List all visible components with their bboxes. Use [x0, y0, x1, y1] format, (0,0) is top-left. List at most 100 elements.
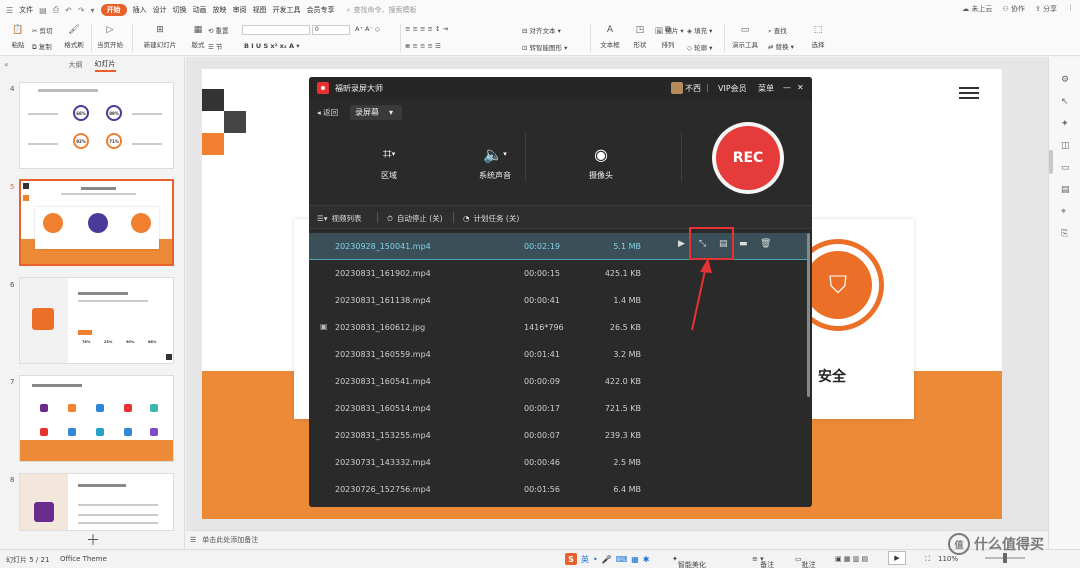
- location-icon[interactable]: ⌖: [1061, 207, 1066, 217]
- vip-button[interactable]: VIP会员: [718, 83, 747, 94]
- add-slide-button[interactable]: ＋: [86, 530, 100, 550]
- auto-stop-button[interactable]: ⏱ 自动停止 (关): [387, 213, 443, 224]
- menu-file[interactable]: 文件: [19, 5, 33, 15]
- back-button[interactable]: ◂ 返回: [317, 107, 338, 118]
- zoom-level[interactable]: 110%: [938, 555, 958, 563]
- slide-thumbnail-4[interactable]: 68% 89% 92% 71%: [19, 82, 174, 169]
- menu-icon[interactable]: ☰: [6, 6, 13, 15]
- collapse-panel-icon[interactable]: «: [4, 60, 9, 69]
- align-buttons[interactable]: ≣ ≡ ≡ ≡ ☰: [405, 42, 441, 50]
- replace-button[interactable]: ⇄ 替换 ▾: [768, 41, 794, 51]
- table-row[interactable]: 20230831_161138.mp4 00:00:41 1.4 MB: [309, 287, 808, 314]
- tab-outline[interactable]: 大纲: [69, 60, 83, 70]
- dropdown-icon[interactable]: ▾: [91, 6, 95, 15]
- animation-icon[interactable]: ✦: [1061, 119, 1069, 129]
- paragraph-buttons[interactable]: ≡ ≡ ≡ ≡ ↕ ⇥: [405, 25, 448, 33]
- tab-member[interactable]: 会员专享: [307, 5, 335, 15]
- play-icon[interactable]: ▶: [678, 239, 685, 249]
- fit-window-icon[interactable]: ⛶: [925, 555, 930, 564]
- tab-insert[interactable]: 插入: [133, 5, 147, 15]
- delete-icon[interactable]: 🗑: [760, 239, 771, 249]
- property-icon[interactable]: ⚙: [1061, 75, 1069, 85]
- menu-button[interactable]: 菜单: [758, 83, 774, 94]
- avatar[interactable]: [671, 82, 683, 94]
- cloud-status[interactable]: ☁ 未上云: [962, 4, 992, 14]
- select-button[interactable]: ⬚ 选择: [800, 20, 836, 49]
- area-tool[interactable]: ⌗ ▾ 区域: [381, 142, 397, 181]
- section-button[interactable]: ☰ 节: [208, 41, 222, 51]
- table-row[interactable]: 20230831_160559.mp4 00:01:41 3.2 MB: [309, 341, 808, 368]
- tab-slideshow[interactable]: 放映: [213, 5, 227, 15]
- play-from-current-button[interactable]: ▷ 当页开始: [92, 20, 128, 49]
- font-size-select[interactable]: 0: [312, 25, 350, 35]
- smart-beautify-button[interactable]: ✦ 智能美化: [672, 555, 706, 568]
- slide-thumbnail-8[interactable]: [19, 473, 174, 531]
- find-button[interactable]: ⌕ 查找: [768, 25, 787, 36]
- ime-mode[interactable]: 英: [581, 554, 589, 565]
- format-painter-button[interactable]: 🖌 格式刷: [56, 20, 92, 49]
- table-row[interactable]: ▣ 20230831_160612.jpg 1416*796 26.5 KB: [309, 314, 808, 341]
- schedule-button[interactable]: ◔ 计划任务 (关): [463, 213, 519, 224]
- play-slideshow-button[interactable]: ▶: [888, 551, 906, 565]
- comments-toggle[interactable]: ▭ 批注: [795, 555, 816, 568]
- file-list-scrollbar[interactable]: [807, 233, 810, 397]
- table-row[interactable]: 20230726_152756.mp4 00:01:56 6.4 MB: [309, 476, 808, 503]
- outline-button[interactable]: ◇ 轮廓 ▾: [687, 42, 712, 52]
- table-row[interactable]: 20230831_161902.mp4 00:00:15 425.1 KB: [309, 260, 808, 287]
- tab-developer[interactable]: 开发工具: [273, 5, 301, 15]
- mode-select[interactable]: 录屏幕 ▾: [350, 105, 402, 120]
- backup-icon[interactable]: ▤: [1061, 185, 1070, 195]
- notes-pane[interactable]: ☰ 单击此处添加备注: [186, 530, 1048, 548]
- share-pane-icon[interactable]: ⎘: [1061, 229, 1068, 239]
- tab-animation[interactable]: 动画: [193, 5, 207, 15]
- folder-icon[interactable]: ▬: [739, 239, 748, 249]
- record-button[interactable]: REC: [712, 122, 784, 194]
- more-icon[interactable]: ⋮: [1067, 4, 1074, 14]
- paste-button[interactable]: 📋 粘贴: [0, 20, 36, 49]
- command-search[interactable]: ⌕ 查找命令、搜索模板: [347, 5, 417, 15]
- cut-button[interactable]: ✂ 剪切: [32, 25, 53, 35]
- fill-button[interactable]: ◈ 填充 ▾: [687, 25, 712, 35]
- keyboard-icon[interactable]: ⌨: [616, 555, 628, 564]
- smartart-button[interactable]: ⊡ 转智能图形 ▾: [522, 42, 567, 52]
- tab-home[interactable]: 开始: [100, 4, 127, 16]
- font-size-buttons[interactable]: A⁺ A⁻ ◇: [355, 25, 380, 33]
- skin-icon[interactable]: ▦: [631, 555, 639, 564]
- share-button[interactable]: ⇪ 分享: [1035, 4, 1057, 14]
- reset-button[interactable]: ⟲ 重置: [208, 25, 229, 35]
- user-name[interactable]: 不西: [685, 83, 701, 94]
- table-row[interactable]: 20230831_160541.mp4 00:00:09 422.0 KB: [309, 368, 808, 395]
- canvas-scrollbar[interactable]: [1049, 150, 1053, 174]
- slide-thumbnail-7[interactable]: [19, 375, 174, 462]
- font-name-select[interactable]: [242, 25, 310, 35]
- slide-thumbnail-5[interactable]: [19, 179, 174, 266]
- ime-toolbar[interactable]: S 英 • 🎤 ⌨ ▦ ✱: [565, 552, 655, 566]
- webcam-tool[interactable]: ◉ 摄像头: [589, 142, 613, 181]
- save-icon[interactable]: ▤: [39, 6, 47, 15]
- undo-icon[interactable]: ↶: [65, 6, 72, 15]
- table-row[interactable]: 20230831_153255.mp4 00:00:07 239.3 KB: [309, 422, 808, 449]
- notes-toggle[interactable]: ≡ 备注 ▾: [752, 555, 774, 568]
- align-text-button[interactable]: ⊟ 对齐文本 ▾: [522, 25, 561, 35]
- collab-button[interactable]: ⚇ 协作: [1002, 4, 1025, 14]
- presentation-tools-button[interactable]: ▭ 演示工具: [726, 20, 764, 49]
- print-icon[interactable]: ⎙: [53, 5, 59, 15]
- minimize-icon[interactable]: —: [783, 83, 791, 92]
- comment-icon[interactable]: ▭: [1061, 163, 1070, 173]
- table-row[interactable]: 20230731_143332.mp4 00:00:46 2.5 MB: [309, 449, 808, 476]
- mic-icon[interactable]: 🎤: [602, 555, 612, 564]
- close-icon[interactable]: ✕: [797, 83, 804, 92]
- system-sound-tool[interactable]: 🔈 ▾ 系统声音: [479, 142, 511, 181]
- tab-view[interactable]: 视图: [253, 5, 267, 15]
- copy-button[interactable]: ⧉ 复制: [32, 41, 52, 52]
- tab-design[interactable]: 设计: [153, 5, 167, 15]
- tools-icon[interactable]: ✱: [643, 555, 650, 564]
- image-button[interactable]: 🖼 图片 ▾: [655, 25, 684, 35]
- new-slide-button[interactable]: ⊞ 新建幻灯片: [138, 20, 182, 49]
- table-row[interactable]: 20230831_160514.mp4 00:00:17 721.5 KB: [309, 395, 808, 422]
- video-list-button[interactable]: ☰▾ 视频列表: [317, 213, 362, 224]
- tab-review[interactable]: 审阅: [233, 5, 247, 15]
- select-pane-icon[interactable]: ↖: [1061, 97, 1069, 107]
- text-format-buttons[interactable]: B I U S x² x₂ A ▾: [244, 42, 300, 50]
- tab-transition[interactable]: 切换: [173, 5, 187, 15]
